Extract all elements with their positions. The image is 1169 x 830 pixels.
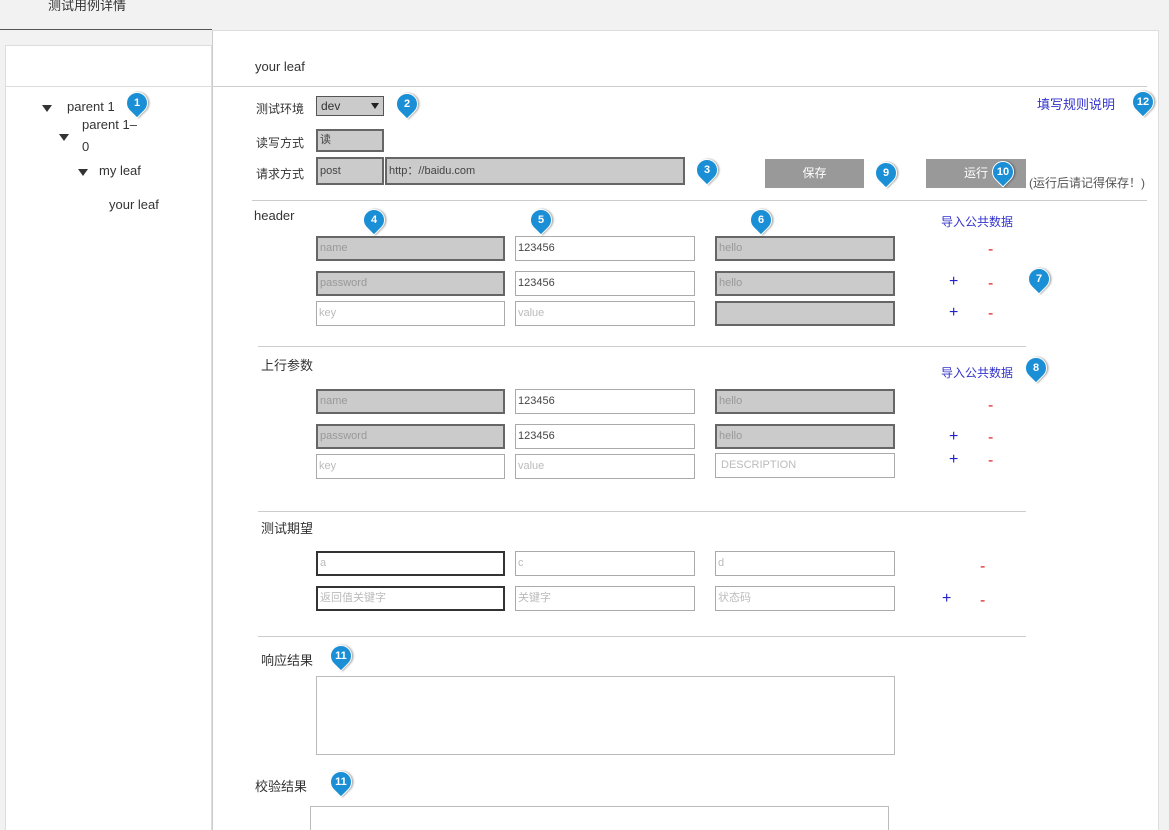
params-import-link[interactable]: 导入公共数据	[941, 364, 1013, 381]
divider	[252, 200, 1147, 201]
remove-row-button[interactable]: -	[988, 453, 993, 469]
expand-parent1-0-icon[interactable]	[59, 134, 69, 141]
expect-keyword-field[interactable]: 返回值关键字	[316, 586, 505, 611]
header-value-field[interactable]: value	[515, 301, 695, 326]
expand-parent1-icon[interactable]	[42, 105, 52, 112]
divider	[258, 511, 1026, 512]
param-key-field[interactable]: password	[316, 424, 505, 449]
env-label: 测试环境	[256, 102, 305, 116]
header-import-link[interactable]: 导入公共数据	[941, 213, 1013, 230]
param-key-field[interactable]: key	[316, 454, 505, 479]
expect-status-field[interactable]: 状态码	[715, 586, 895, 611]
remove-row-button[interactable]: -	[988, 276, 993, 292]
expect-field[interactable]: d	[715, 551, 895, 576]
param-desc-field[interactable]: DESCRIPTION	[715, 453, 895, 478]
param-value-field[interactable]: value	[515, 454, 695, 479]
verify-section-title: 校验结果	[255, 779, 308, 794]
expect-field[interactable]: c	[515, 551, 695, 576]
add-row-button[interactable]: +	[949, 429, 958, 445]
add-row-button[interactable]: +	[949, 305, 958, 321]
header-value-field[interactable]: 123456	[515, 271, 695, 296]
header-key-field[interactable]: key	[316, 301, 505, 326]
header-key-field[interactable]: password	[316, 271, 505, 296]
expand-my-leaf-icon[interactable]	[78, 169, 88, 176]
page-title: your leaf	[255, 59, 305, 74]
param-value-field[interactable]: 123456	[515, 389, 695, 414]
fill-rules-link[interactable]: 填写规则说明	[1037, 94, 1115, 113]
expect-field[interactable]: a	[316, 551, 505, 576]
save-button[interactable]: 保存	[765, 159, 864, 188]
chevron-down-icon	[371, 103, 379, 109]
header-desc-field[interactable]: hello	[715, 271, 895, 296]
request-method-field[interactable]: post	[316, 157, 384, 185]
param-desc-field[interactable]: hello	[715, 389, 895, 414]
env-select[interactable]: dev	[316, 96, 384, 116]
remove-row-button[interactable]: -	[988, 306, 993, 322]
env-select-value: dev	[321, 99, 341, 113]
remove-row-button[interactable]: -	[988, 242, 993, 258]
verify-textarea[interactable]	[310, 806, 889, 830]
response-section-title: 响应结果	[261, 653, 314, 668]
rw-field[interactable]: 读	[316, 129, 384, 152]
request-label: 请求方式	[256, 167, 305, 181]
params-section-title: 上行参数	[261, 358, 314, 373]
divider	[258, 636, 1026, 637]
run-note: (运行后请记得保存！)	[1029, 176, 1145, 190]
header-key-field[interactable]: name	[316, 236, 505, 261]
tree-node-my-leaf[interactable]: my leaf	[99, 163, 141, 178]
header-desc-field[interactable]: hello	[715, 236, 895, 261]
header-value-field[interactable]: 123456	[515, 236, 695, 261]
add-row-button[interactable]: +	[942, 591, 951, 607]
tree-node-parent1-0-suffix: 0	[82, 139, 90, 154]
rw-label: 读写方式	[256, 136, 305, 150]
response-textarea[interactable]	[316, 676, 895, 755]
tree-header	[5, 45, 212, 87]
request-url-field[interactable]: http：//baidu.com	[385, 157, 685, 185]
remove-row-button[interactable]: -	[980, 593, 985, 609]
remove-row-button[interactable]: -	[980, 559, 985, 575]
expect-keyword-field[interactable]: 关键字	[515, 586, 695, 611]
param-key-field[interactable]: name	[316, 389, 505, 414]
add-row-button[interactable]: +	[949, 274, 958, 290]
param-desc-field[interactable]: hello	[715, 424, 895, 449]
remove-row-button[interactable]: -	[988, 430, 993, 446]
tree-node-parent1[interactable]: parent 1	[67, 99, 115, 114]
tab-test-case-detail[interactable]: 测试用例详情	[0, 0, 212, 30]
tree-node-your-leaf[interactable]: your leaf	[109, 197, 159, 212]
tree-node-parent1-0[interactable]: parent 1–	[82, 117, 137, 132]
header-section-title: header	[254, 208, 295, 223]
header-desc-field[interactable]	[715, 301, 895, 326]
add-row-button[interactable]: +	[949, 452, 958, 468]
param-value-field[interactable]: 123456	[515, 424, 695, 449]
divider	[258, 346, 1026, 347]
expect-section-title: 测试期望	[261, 521, 314, 536]
divider	[212, 86, 1147, 87]
remove-row-button[interactable]: -	[988, 398, 993, 414]
